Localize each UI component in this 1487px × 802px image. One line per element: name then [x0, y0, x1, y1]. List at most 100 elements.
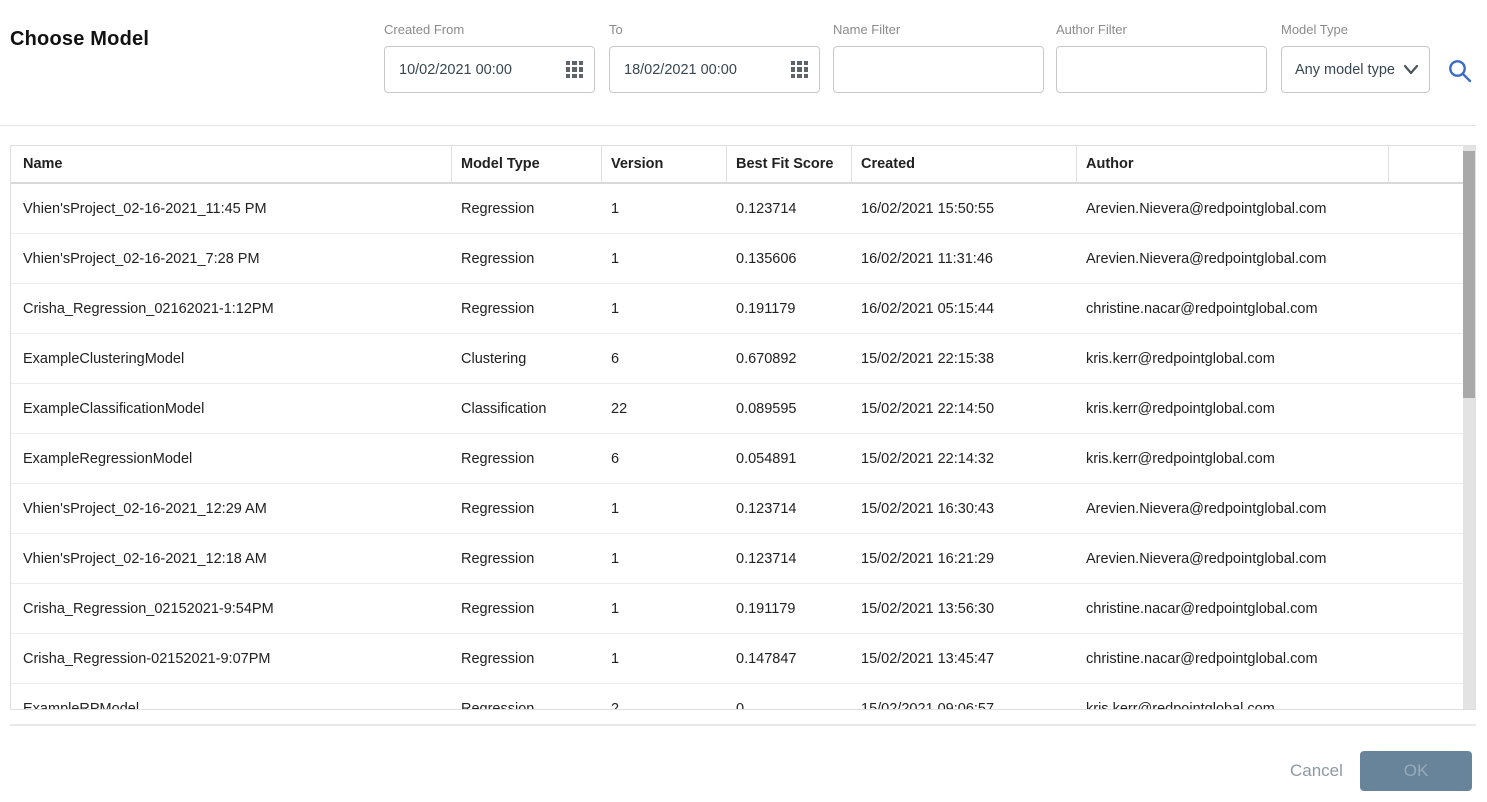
cell-author: Arevien.Nievera@redpointglobal.com [1077, 501, 1389, 517]
cell-model-type: Regression [452, 551, 602, 567]
cell-version: 1 [602, 201, 727, 217]
cell-author: kris.kerr@redpointglobal.com [1077, 451, 1389, 467]
cell-created: 15/02/2021 22:15:38 [852, 351, 1077, 367]
model-type-selected-value: Any model type [1295, 62, 1395, 78]
cell-author: christine.nacar@redpointglobal.com [1077, 301, 1389, 317]
cell-author: christine.nacar@redpointglobal.com [1077, 651, 1389, 667]
table-row[interactable]: Vhien'sProject_02-16-2021_12:18 AM Regre… [11, 534, 1463, 584]
name-filter-label: Name Filter [833, 22, 1044, 37]
cell-model-type: Regression [452, 651, 602, 667]
cell-model-type: Regression [452, 501, 602, 517]
search-button[interactable] [1446, 58, 1474, 86]
cell-version: 6 [602, 451, 727, 467]
cell-best-fit-score: 0.123714 [727, 501, 852, 517]
model-type-filter: Model Type Any model type [1281, 22, 1430, 93]
chevron-down-icon [1403, 64, 1419, 76]
created-from-input[interactable] [384, 46, 595, 93]
cell-best-fit-score: 0.054891 [727, 451, 852, 467]
cell-name: ExampleRPModel [11, 701, 452, 711]
cell-model-type: Regression [452, 251, 602, 267]
calendar-grid-icon[interactable] [566, 61, 583, 78]
author-filter: Author Filter [1056, 22, 1267, 93]
cell-model-type: Clustering [452, 351, 602, 367]
cell-created: 16/02/2021 15:50:55 [852, 201, 1077, 217]
cell-best-fit-score: 0.191179 [727, 301, 852, 317]
cell-version: 6 [602, 351, 727, 367]
cell-model-type: Classification [452, 401, 602, 417]
column-header-model-type[interactable]: Model Type [452, 146, 602, 182]
column-header-author[interactable]: Author [1077, 146, 1389, 182]
cell-best-fit-score: 0.123714 [727, 201, 852, 217]
cell-version: 1 [602, 551, 727, 567]
cell-name: Crisha_Regression-02152021-9:07PM [11, 651, 452, 667]
table-row[interactable]: Crisha_Regression_02152021-9:54PM Regres… [11, 584, 1463, 634]
choose-model-dialog: Choose Model Created From To Name Filter… [0, 0, 1487, 802]
cell-author: kris.kerr@redpointglobal.com [1077, 351, 1389, 367]
cell-best-fit-score: 0.089595 [727, 401, 852, 417]
table-row[interactable]: Vhien'sProject_02-16-2021_7:28 PM Regres… [11, 234, 1463, 284]
column-header-version[interactable]: Version [602, 146, 727, 182]
cell-version: 1 [602, 601, 727, 617]
cell-author: kris.kerr@redpointglobal.com [1077, 701, 1389, 711]
table-row[interactable]: Vhien'sProject_02-16-2021_12:29 AM Regre… [11, 484, 1463, 534]
created-to-filter: To [609, 22, 820, 93]
cancel-button[interactable]: Cancel [1278, 753, 1355, 789]
model-type-select[interactable]: Any model type [1281, 46, 1430, 93]
created-from-label: Created From [384, 22, 595, 37]
cell-name: Vhien'sProject_02-16-2021_7:28 PM [11, 251, 452, 267]
cell-name: Vhien'sProject_02-16-2021_11:45 PM [11, 201, 452, 217]
cell-created: 16/02/2021 05:15:44 [852, 301, 1077, 317]
author-filter-input[interactable] [1056, 46, 1267, 93]
cell-best-fit-score: 0 [727, 701, 852, 711]
table-row[interactable]: ExampleRPModel Regression 2 0 15/02/2021… [11, 684, 1463, 710]
column-header-created[interactable]: Created [852, 146, 1077, 182]
name-filter: Name Filter [833, 22, 1044, 93]
cell-author: Arevien.Nievera@redpointglobal.com [1077, 251, 1389, 267]
cell-version: 2 [602, 701, 727, 711]
search-icon [1447, 58, 1473, 84]
cell-name: ExampleClassificationModel [11, 401, 452, 417]
table-row[interactable]: ExampleClassificationModel Classificatio… [11, 384, 1463, 434]
cell-best-fit-score: 0.670892 [727, 351, 852, 367]
model-table-body: Vhien'sProject_02-16-2021_11:45 PM Regre… [11, 184, 1475, 710]
cell-author: Arevien.Nievera@redpointglobal.com [1077, 551, 1389, 567]
cell-created: 16/02/2021 11:31:46 [852, 251, 1077, 267]
cell-name: ExampleRegressionModel [11, 451, 452, 467]
cell-model-type: Regression [452, 601, 602, 617]
cell-version: 1 [602, 501, 727, 517]
cell-author: Arevien.Nievera@redpointglobal.com [1077, 201, 1389, 217]
calendar-grid-icon[interactable] [791, 61, 808, 78]
cell-created: 15/02/2021 22:14:32 [852, 451, 1077, 467]
created-to-input[interactable] [609, 46, 820, 93]
page-title: Choose Model [10, 28, 149, 51]
cell-name: Vhien'sProject_02-16-2021_12:29 AM [11, 501, 452, 517]
header-divider [0, 125, 1476, 126]
table-row[interactable]: ExampleClusteringModel Clustering 6 0.67… [11, 334, 1463, 384]
cell-version: 1 [602, 651, 727, 667]
cell-name: ExampleClusteringModel [11, 351, 452, 367]
table-row[interactable]: Crisha_Regression-02152021-9:07PM Regres… [11, 634, 1463, 684]
cell-model-type: Regression [452, 301, 602, 317]
cell-version: 22 [602, 401, 727, 417]
scrollbar-thumb[interactable] [1463, 151, 1475, 398]
table-row[interactable]: Vhien'sProject_02-16-2021_11:45 PM Regre… [11, 184, 1463, 234]
ok-button[interactable]: OK [1360, 751, 1472, 791]
model-type-label: Model Type [1281, 22, 1430, 37]
cell-model-type: Regression [452, 201, 602, 217]
vertical-scrollbar[interactable] [1463, 146, 1475, 709]
table-row[interactable]: ExampleRegressionModel Regression 6 0.05… [11, 434, 1463, 484]
cell-created: 15/02/2021 09:06:57 [852, 701, 1077, 711]
cell-best-fit-score: 0.191179 [727, 601, 852, 617]
cell-name: Crisha_Regression_02162021-1:12PM [11, 301, 452, 317]
cell-author: christine.nacar@redpointglobal.com [1077, 601, 1389, 617]
column-header-best-fit-score[interactable]: Best Fit Score [727, 146, 852, 182]
cell-model-type: Regression [452, 451, 602, 467]
table-row[interactable]: Crisha_Regression_02162021-1:12PM Regres… [11, 284, 1463, 334]
footer-divider [10, 724, 1476, 726]
cell-best-fit-score: 0.147847 [727, 651, 852, 667]
column-header-name[interactable]: Name [11, 146, 452, 182]
model-table-header: Name Model Type Version Best Fit Score C… [11, 146, 1463, 184]
cell-name: Vhien'sProject_02-16-2021_12:18 AM [11, 551, 452, 567]
author-filter-label: Author Filter [1056, 22, 1267, 37]
name-filter-input[interactable] [833, 46, 1044, 93]
